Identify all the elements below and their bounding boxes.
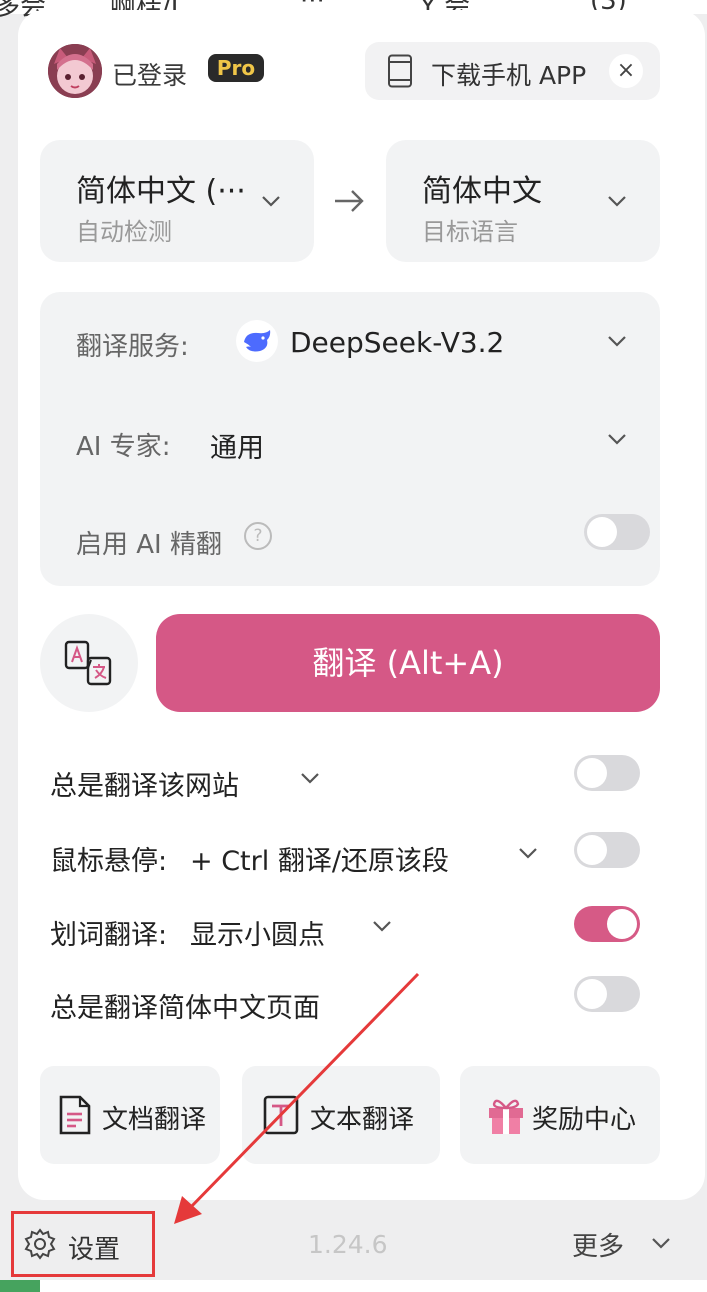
source-language-sub: 自动检测	[76, 218, 172, 246]
toggle-knob	[577, 979, 607, 1009]
chevron-down-icon[interactable]	[370, 914, 394, 938]
text-icon	[263, 1095, 299, 1135]
target-language-name: 简体中文	[422, 174, 542, 209]
target-language-sub: 目标语言	[422, 218, 518, 246]
download-app-label: 下载手机 APP	[431, 61, 587, 90]
close-icon[interactable]: ×	[609, 54, 643, 88]
document-translate-button[interactable]: 文档翻译	[40, 1066, 220, 1164]
text-translate-label: 文本翻译	[310, 1105, 415, 1135]
chevron-down-icon	[608, 196, 626, 207]
toggle-knob	[577, 835, 607, 865]
always-translate-zh-toggle[interactable]	[574, 976, 640, 1012]
translate-button[interactable]: 翻译 (Alt+A)	[156, 614, 660, 712]
phone-icon	[388, 54, 412, 88]
hover-translate-label: 鼠标悬停:	[50, 846, 168, 877]
deepseek-logo-icon	[236, 320, 278, 362]
always-translate-site-toggle[interactable]	[574, 755, 640, 791]
ai-expert-select-value[interactable]: 通用	[210, 426, 264, 465]
chevron-down-icon[interactable]	[604, 426, 630, 452]
service-label: 翻译服务:	[76, 332, 189, 362]
selection-translate-value[interactable]: 显示小圆点	[190, 913, 325, 952]
ai-expert-label: AI 专家:	[76, 432, 171, 462]
settings-button[interactable]: 设置	[11, 1211, 155, 1277]
hover-translate-value[interactable]: + Ctrl 翻译/还原该段	[190, 839, 449, 878]
login-status: 已登录	[112, 61, 188, 90]
help-icon[interactable]: ?	[244, 522, 272, 550]
version-label: 1.24.6	[308, 1230, 388, 1259]
toggle-knob	[587, 517, 617, 547]
always-translate-zh-label: 总是翻译简体中文页面	[50, 993, 320, 1024]
ai-refine-toggle[interactable]	[584, 514, 650, 550]
text-translate-button[interactable]: 文本翻译	[242, 1066, 440, 1164]
document-translate-label: 文档翻译	[102, 1105, 207, 1135]
always-translate-site-label: 总是翻译该网站	[50, 771, 239, 802]
service-panel: 翻译服务: DeepSeek-V3.2 AI 专家: 通用 启用 AI 精翻 ?	[40, 292, 660, 586]
target-language-select[interactable]: 简体中文 目标语言	[386, 140, 660, 262]
translate-swap-icon	[64, 640, 112, 686]
gift-icon	[489, 1099, 523, 1134]
rewards-center-button[interactable]: 奖励中心	[460, 1066, 660, 1164]
chevron-down-icon[interactable]	[298, 766, 322, 790]
chevron-down-icon[interactable]	[604, 328, 630, 354]
service-select-value[interactable]: DeepSeek-V3.2	[290, 326, 504, 359]
source-language-name: 简体中文 (···	[76, 174, 246, 209]
gear-icon	[24, 1228, 56, 1260]
toggle-knob	[577, 758, 607, 788]
chevron-down-icon[interactable]	[516, 841, 540, 865]
toggle-knob	[607, 909, 637, 939]
background-page-bottom	[0, 1280, 707, 1292]
translate-swap-button[interactable]	[40, 614, 138, 712]
chevron-down-icon	[262, 196, 280, 207]
selection-translate-label: 划词翻译:	[50, 920, 168, 951]
avatar[interactable]	[48, 44, 102, 98]
rewards-center-label: 奖励中心	[532, 1105, 637, 1135]
chevron-down-icon[interactable]	[648, 1230, 674, 1256]
pro-badge: Pro	[208, 54, 264, 82]
source-language-select[interactable]: 简体中文 (··· 自动检测	[40, 140, 314, 262]
settings-label: 设置	[68, 1235, 121, 1265]
selection-translate-toggle[interactable]	[574, 906, 640, 942]
background-badge	[0, 1280, 40, 1292]
hover-translate-toggle[interactable]	[574, 832, 640, 868]
download-app-button[interactable]: 下载手机 APP ×	[365, 42, 660, 100]
document-icon	[59, 1095, 91, 1135]
more-button[interactable]: 更多	[572, 1226, 624, 1263]
ai-refine-label: 启用 AI 精翻	[76, 530, 222, 560]
arrow-right-icon	[335, 190, 364, 212]
